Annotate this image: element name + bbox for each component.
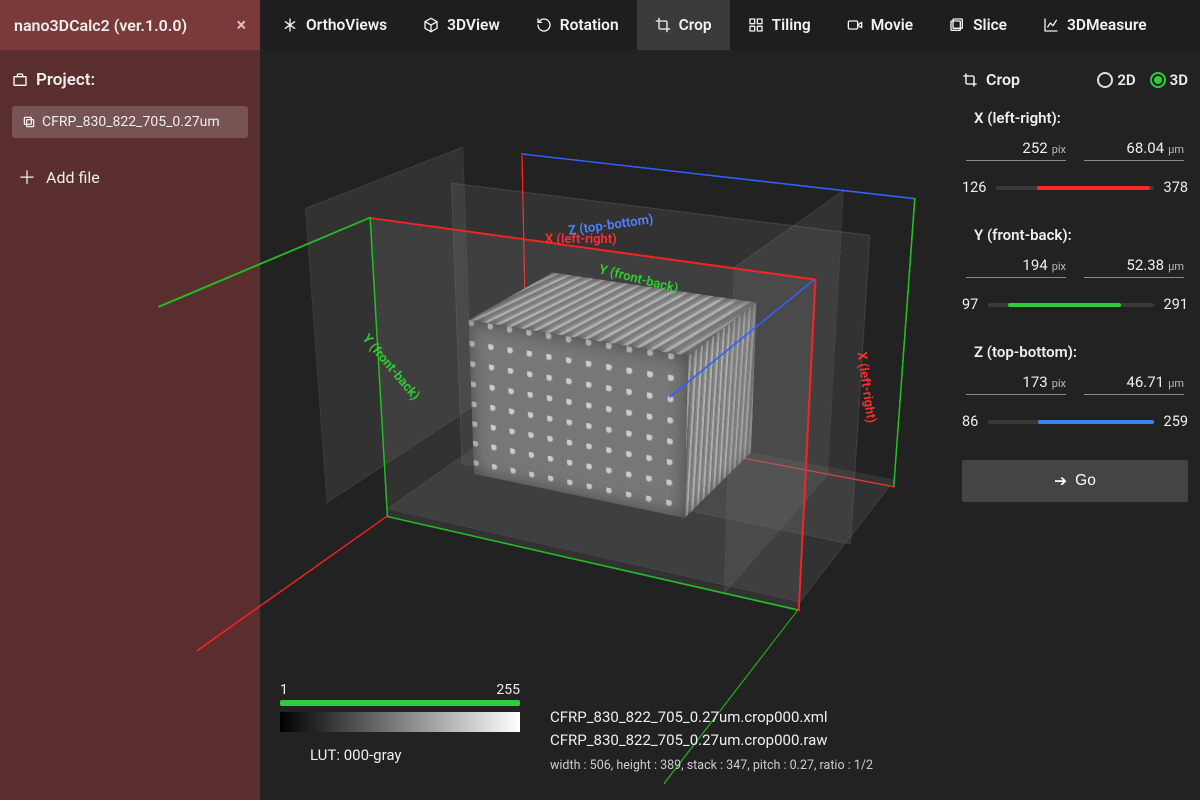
tab-crop[interactable]: Crop [637, 0, 730, 50]
z-min: 86 [962, 413, 978, 430]
z-max: 259 [1164, 413, 1188, 430]
layers-icon [949, 17, 965, 33]
chart-icon [1043, 17, 1059, 33]
file-raw: CFRP_830_822_705_0.27um.crop000.raw [550, 729, 873, 752]
copy-icon [22, 115, 36, 129]
sidebar-header: nano3DCalc2 (ver.1.0.0) × [0, 0, 260, 50]
lut-max: 255 [496, 682, 520, 698]
y-pix-input[interactable]: 194pix [966, 256, 1066, 278]
tab-orthoviews[interactable]: OrthoViews [264, 0, 405, 50]
x-pix-input[interactable]: 252pix [966, 139, 1066, 161]
crop-icon [962, 72, 978, 88]
tab-3dmeasure[interactable]: 3DMeasure [1025, 0, 1165, 50]
lut-label: LUT: 000-gray [310, 746, 520, 764]
lut-gradient [280, 712, 520, 732]
mode-3d-radio[interactable]: 3D [1150, 71, 1188, 89]
y-um-input[interactable]: 52.38μm [1084, 256, 1184, 278]
y-max: 291 [1164, 296, 1188, 313]
y-min: 97 [962, 296, 978, 313]
tab-movie[interactable]: Movie [829, 0, 931, 50]
axis-z-block: Z (top-bottom): 173pix 46.71μm 86 259 [962, 343, 1188, 430]
rotate-icon [536, 17, 552, 33]
z-pix-input[interactable]: 173pix [966, 373, 1066, 395]
main-area: OrthoViews3DViewRotationCropTilingMovieS… [260, 0, 1200, 800]
x-um-input[interactable]: 68.04μm [1084, 139, 1184, 161]
tab-3dview[interactable]: 3DView [405, 0, 518, 50]
z-range-slider[interactable] [988, 420, 1153, 424]
app-title: nano3DCalc2 (ver.1.0.0) [14, 16, 187, 35]
y-range-slider[interactable] [988, 303, 1153, 307]
lut-min: 1 [280, 682, 288, 698]
mode-2d-radio[interactable]: 2D [1097, 71, 1135, 89]
z-um-input[interactable]: 46.71μm [1084, 373, 1184, 395]
axis-x-block: X (left-right): 252pix 68.04μm 126 378 [962, 109, 1188, 196]
go-button[interactable]: ➔ Go [962, 460, 1188, 502]
x-min: 126 [962, 179, 986, 196]
crop-panel: Crop 2D 3D X (left-right): 252pix 68.04μ… [950, 50, 1200, 800]
file-info: CFRP_830_822_705_0.27um.crop000.xml CFRP… [550, 706, 873, 776]
project-file[interactable]: CFRP_830_822_705_0.27um [12, 106, 248, 138]
tab-slice[interactable]: Slice [931, 0, 1025, 50]
briefcase-icon [12, 72, 28, 88]
file-xml: CFRP_830_822_705_0.27um.crop000.xml [550, 706, 873, 729]
x-max: 378 [1164, 179, 1188, 196]
grid-icon [748, 17, 764, 33]
lut-widget[interactable]: 1 255 LUT: 000-gray [280, 682, 520, 764]
arrow-right-icon: ➔ [1054, 472, 1067, 491]
axis-y-block: Y (front-back): 194pix 52.38μm 97 291 [962, 226, 1188, 313]
viewer-3d[interactable]: X (left-right) X (left-right) Y (front-b… [260, 50, 950, 800]
video-icon [847, 17, 863, 33]
cube-icon [423, 17, 439, 33]
crop-icon [655, 17, 671, 33]
asterisk-icon [282, 17, 298, 33]
x-range-slider[interactable] [996, 186, 1153, 190]
sidebar: nano3DCalc2 (ver.1.0.0) × Project: CFRP_… [0, 0, 260, 800]
close-icon[interactable]: × [236, 15, 246, 36]
project-label: Project: [12, 70, 248, 90]
add-file-button[interactable]: ＋ Add file [12, 156, 248, 198]
tab-tiling[interactable]: Tiling [730, 0, 829, 50]
plus-icon: ＋ [18, 164, 36, 190]
file-meta: width : 506, height : 389, stack : 347, … [550, 757, 873, 776]
tab-bar: OrthoViews3DViewRotationCropTilingMovieS… [260, 0, 1200, 50]
tab-rotation[interactable]: Rotation [518, 0, 637, 50]
